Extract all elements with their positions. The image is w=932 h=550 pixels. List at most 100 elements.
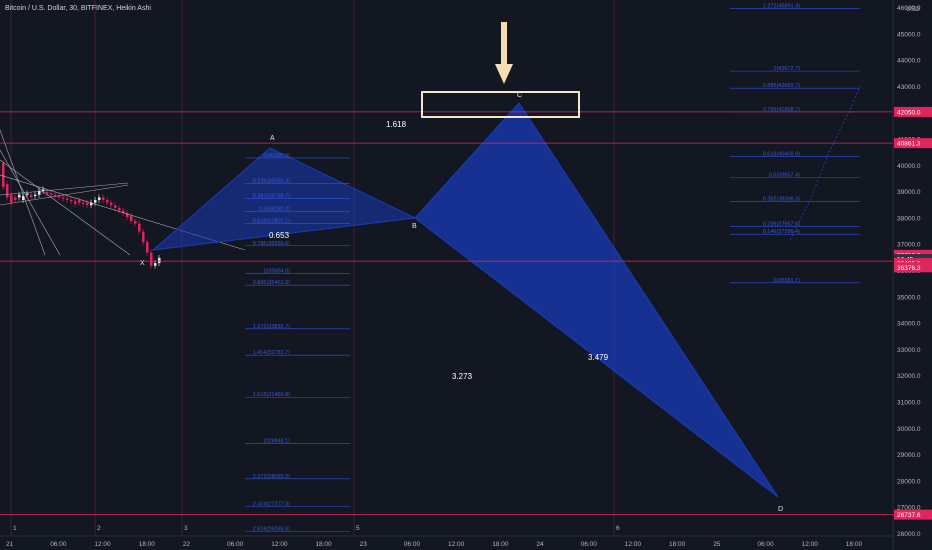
ratio-label: 3.479 <box>588 353 609 362</box>
fib-level-label: 2.618(26035.8) <box>253 526 290 532</box>
fib-level-label: 0.146(37286.4) <box>763 229 800 235</box>
fib-level-label: 0.5(39657.4) <box>769 173 800 179</box>
candle-body <box>26 193 29 195</box>
fib-level-label: 0.236(37657.6) <box>763 221 800 227</box>
y-tick-label: 44000.0 <box>897 58 921 65</box>
fib-level-label: 0.236(39350.3) <box>253 178 290 184</box>
price-tag-label: 42050.0 <box>897 109 921 116</box>
candle-body <box>98 197 101 200</box>
candle-body <box>34 194 37 197</box>
candle-body <box>46 192 49 194</box>
price-tag-label: 40861.3 <box>897 141 921 148</box>
y-tick-label: 33000.0 <box>897 347 921 354</box>
chart-container[interactable]: 12356 XABCD 0(40300.0) 0.236(39350.3) 0.38… <box>0 0 932 550</box>
x-tick-label: 18:00 <box>669 541 686 548</box>
x-tick-label: 18:00 <box>139 541 156 548</box>
x-tick-label: 18:00 <box>846 541 863 548</box>
day-marker-label: 3 <box>184 525 188 532</box>
candle-body <box>94 199 97 203</box>
chart-title: Bitcoin / U.S. Dollar, 30, BITFINEX, Hei… <box>5 5 151 12</box>
fib-level-label: 1.414(32781.7) <box>253 350 290 356</box>
ratio-label: 1.618 <box>386 120 407 129</box>
candle-body <box>106 199 109 203</box>
candle-body <box>74 201 77 204</box>
candle-body <box>54 194 57 197</box>
fib-level-label: 1.618(31466.8) <box>253 392 290 398</box>
fib-level-label: 1.272(45891.4) <box>763 4 800 10</box>
fib-level-label: 0(35681.1) <box>773 278 800 284</box>
fib-level-label: 2.272(28093.2) <box>253 474 290 480</box>
x-tick-label: 25 <box>713 541 721 548</box>
candle-body <box>14 197 17 200</box>
y-tick-label: 26000.0 <box>897 531 921 538</box>
x-tick-label: 06:00 <box>227 541 244 548</box>
x-tick-label: 12:00 <box>802 541 819 548</box>
candle-body <box>86 202 89 206</box>
candle-body <box>130 215 133 222</box>
fib-level-label: 0.618(37802.1) <box>253 219 290 225</box>
candle-body <box>2 163 5 187</box>
y-tick-label: 37000.0 <box>897 242 921 249</box>
x-tick-label: 24 <box>536 541 544 548</box>
x-tick-label: 18:00 <box>315 541 332 548</box>
candle-body <box>110 202 113 206</box>
candle-body <box>10 194 13 203</box>
currency-label: USD <box>906 6 920 13</box>
day-marker-label: 5 <box>356 525 360 532</box>
y-tick-label: 28000.0 <box>897 478 921 485</box>
fib-level-label: 0.382(38396.3) <box>763 196 800 202</box>
day-marker-label: 6 <box>616 525 620 532</box>
x-tick-label: 06:00 <box>50 541 67 548</box>
x-tick-label: 18:00 <box>492 541 509 548</box>
x-tick-label: 21 <box>6 541 14 548</box>
candle-body <box>6 184 9 198</box>
y-tick-label: 30000.0 <box>897 426 921 433</box>
candle-body <box>66 198 69 200</box>
fib-level-label: 0(40300.0) <box>263 153 290 159</box>
fib-level-label: 1(43672.7) <box>773 66 800 72</box>
pattern-point-label: A <box>270 135 275 142</box>
y-tick-label: 38000.0 <box>897 215 921 222</box>
y-tick-label: 31000.0 <box>897 400 921 407</box>
candle-body <box>134 221 137 224</box>
y-tick-label: 45000.0 <box>897 31 921 38</box>
x-tick-label: 12:00 <box>448 541 465 548</box>
candlestick-chart[interactable]: 12356 XABCD 0(40300.0)0.236(39350.3)0.38… <box>0 0 932 550</box>
price-tag-label: 36376.3 <box>897 265 921 272</box>
candle-body <box>114 205 117 208</box>
y-tick-label: 39000.0 <box>897 189 921 196</box>
fib-level-label: 0.886(35462.0) <box>253 280 290 286</box>
fib-level-label: 0.5(38280.2) <box>259 206 290 212</box>
fib-level-label: 2.414(27277.3) <box>253 501 290 507</box>
x-tick-label: 23 <box>360 541 368 548</box>
ratio-label: 0.653 <box>269 231 290 240</box>
fib-level-label: 0.618(40409.9) <box>763 152 800 158</box>
candle-body <box>150 252 153 266</box>
fib-level-label: 1.272(33892.7) <box>253 324 290 330</box>
candle-body <box>50 193 53 195</box>
candle-body <box>158 257 161 264</box>
candle-body <box>62 197 65 199</box>
candle-body <box>30 194 33 198</box>
candle-body <box>146 242 149 253</box>
pattern-point-label: C <box>517 92 522 99</box>
candle-body <box>78 199 81 203</box>
y-tick-label: 32000.0 <box>897 373 921 380</box>
fib-level-label: 0.886(42683.7) <box>763 83 800 89</box>
x-tick-label: 12:00 <box>271 541 288 548</box>
candle-body <box>58 196 61 198</box>
x-tick-label: 06:00 <box>757 541 774 548</box>
x-tick-label: 12:00 <box>625 541 642 548</box>
candle-body <box>70 199 73 202</box>
y-tick-label: 40000.0 <box>897 163 921 170</box>
candle-body <box>102 197 105 200</box>
price-tag-label: 26737.6 <box>897 512 921 519</box>
candle-body <box>142 231 145 243</box>
day-marker-label: 2 <box>97 525 101 532</box>
fib-level-label: 1(35904.0) <box>263 269 290 275</box>
y-tick-label: 34000.0 <box>897 321 921 328</box>
x-tick-label: 12:00 <box>94 541 111 548</box>
fib-level-label: 0.786(36959.6) <box>253 241 290 247</box>
y-tick-label: 35000.0 <box>897 294 921 301</box>
x-tick-label: 06:00 <box>581 541 598 548</box>
